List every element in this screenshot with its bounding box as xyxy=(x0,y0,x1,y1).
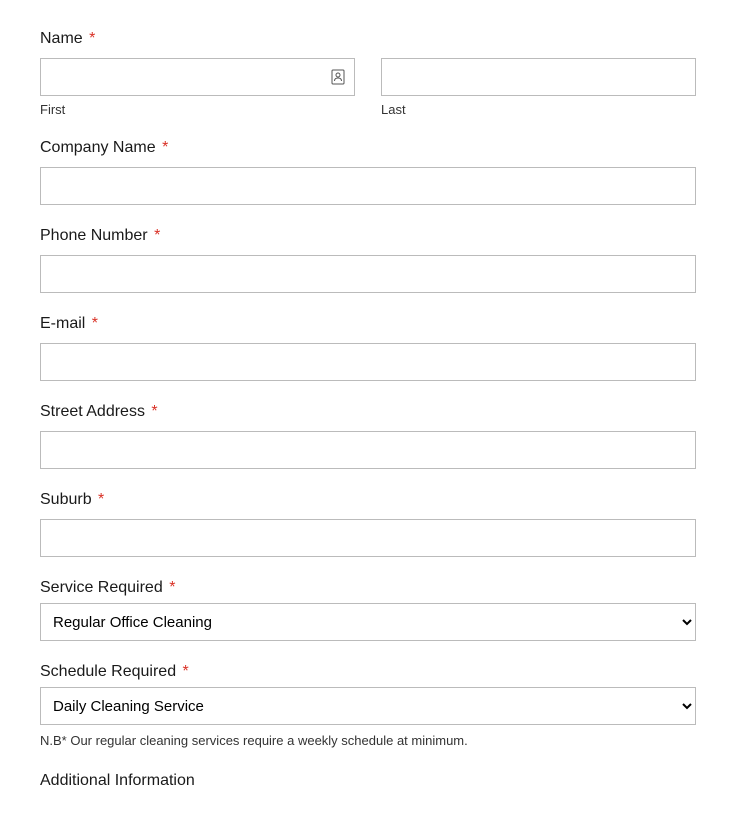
contact-form: Name * First Last xyxy=(40,30,696,790)
required-marker: * xyxy=(162,139,168,156)
company-label-text: Company Name xyxy=(40,139,156,156)
required-marker: * xyxy=(154,227,160,244)
last-name-sublabel: Last xyxy=(381,102,696,117)
name-label-text: Name xyxy=(40,30,83,47)
required-marker: * xyxy=(92,315,98,332)
phone-label: Phone Number * xyxy=(40,227,696,245)
required-marker: * xyxy=(89,30,95,47)
phone-field-group: Phone Number * xyxy=(40,227,696,293)
first-name-wrapper xyxy=(40,58,355,96)
email-label: E-mail * xyxy=(40,315,696,333)
service-select[interactable]: Regular Office Cleaning xyxy=(40,603,696,641)
first-name-input[interactable] xyxy=(40,58,355,96)
phone-input[interactable] xyxy=(40,255,696,293)
street-field-group: Street Address * xyxy=(40,403,696,469)
phone-label-text: Phone Number xyxy=(40,227,148,244)
schedule-select[interactable]: Daily Cleaning Service xyxy=(40,687,696,725)
schedule-field-group: Schedule Required * Daily Cleaning Servi… xyxy=(40,663,696,748)
additional-label: Additional Information xyxy=(40,772,696,790)
first-name-sublabel: First xyxy=(40,102,355,117)
street-input[interactable] xyxy=(40,431,696,469)
name-row: First Last xyxy=(40,58,696,117)
required-marker: * xyxy=(183,663,189,680)
schedule-label: Schedule Required * xyxy=(40,663,696,681)
last-name-input[interactable] xyxy=(381,58,696,96)
suburb-input[interactable] xyxy=(40,519,696,557)
suburb-label: Suburb * xyxy=(40,491,696,509)
street-label: Street Address * xyxy=(40,403,696,421)
service-label-text: Service Required xyxy=(40,579,163,596)
schedule-label-text: Schedule Required xyxy=(40,663,176,680)
street-label-text: Street Address xyxy=(40,403,145,420)
required-marker: * xyxy=(98,491,104,508)
name-field-group: Name * First Last xyxy=(40,30,696,117)
required-marker: * xyxy=(169,579,175,596)
suburb-label-text: Suburb xyxy=(40,491,92,508)
required-marker: * xyxy=(151,403,157,420)
email-field-group: E-mail * xyxy=(40,315,696,381)
company-label: Company Name * xyxy=(40,139,696,157)
company-input[interactable] xyxy=(40,167,696,205)
suburb-field-group: Suburb * xyxy=(40,491,696,557)
name-label: Name * xyxy=(40,30,696,48)
service-field-group: Service Required * Regular Office Cleani… xyxy=(40,579,696,641)
first-name-col: First xyxy=(40,58,355,117)
company-field-group: Company Name * xyxy=(40,139,696,205)
email-input[interactable] xyxy=(40,343,696,381)
schedule-hint: N.B* Our regular cleaning services requi… xyxy=(40,733,696,748)
service-label: Service Required * xyxy=(40,579,696,597)
email-label-text: E-mail xyxy=(40,315,85,332)
last-name-col: Last xyxy=(381,58,696,117)
